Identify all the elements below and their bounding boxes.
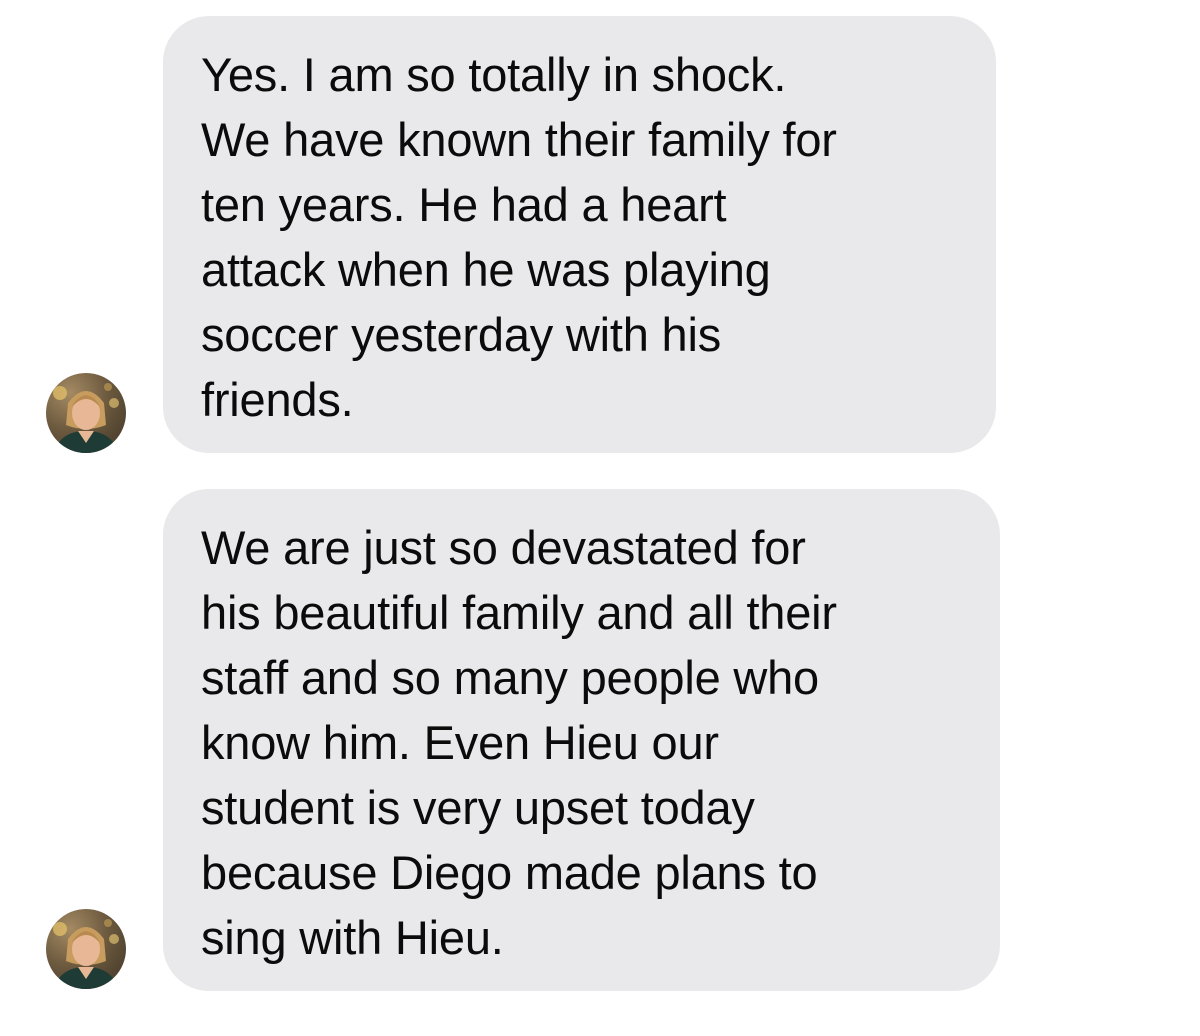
message-thread: Yes. I am so totally in shock. We have k… [0, 0, 1200, 1036]
message-text-line: soccer yesterday with his [201, 308, 722, 361]
message-text-line: attack when he was playing [201, 243, 771, 296]
message-text-line: know him. Even Hieu our [201, 716, 719, 769]
message-text-line: because Diego made plans to [201, 846, 818, 899]
message-text-line: sing with Hieu. [201, 911, 504, 964]
message-text-line: We are just so devastated for [201, 521, 806, 574]
avatar-photo-icon [53, 919, 119, 989]
contact-avatar[interactable] [46, 373, 126, 453]
message-text-line: friends. [201, 373, 354, 426]
contact-avatar[interactable] [46, 909, 126, 989]
message-text-line: staff and so many people who [201, 651, 819, 704]
message-text-line: his beautiful family and all their [201, 586, 837, 639]
message-bubble[interactable]: We are just so devastated for his beauti… [163, 489, 1000, 991]
message-text-line: ten years. He had a heart [201, 178, 727, 231]
avatar-photo-icon [53, 383, 119, 453]
message-text-line: We have known their family for [201, 113, 837, 166]
message-bubble[interactable]: Yes. I am so totally in shock. We have k… [163, 16, 996, 453]
message-text-line: student is very upset today [201, 781, 755, 834]
message-text-line: Yes. I am so totally in shock. [201, 48, 787, 101]
